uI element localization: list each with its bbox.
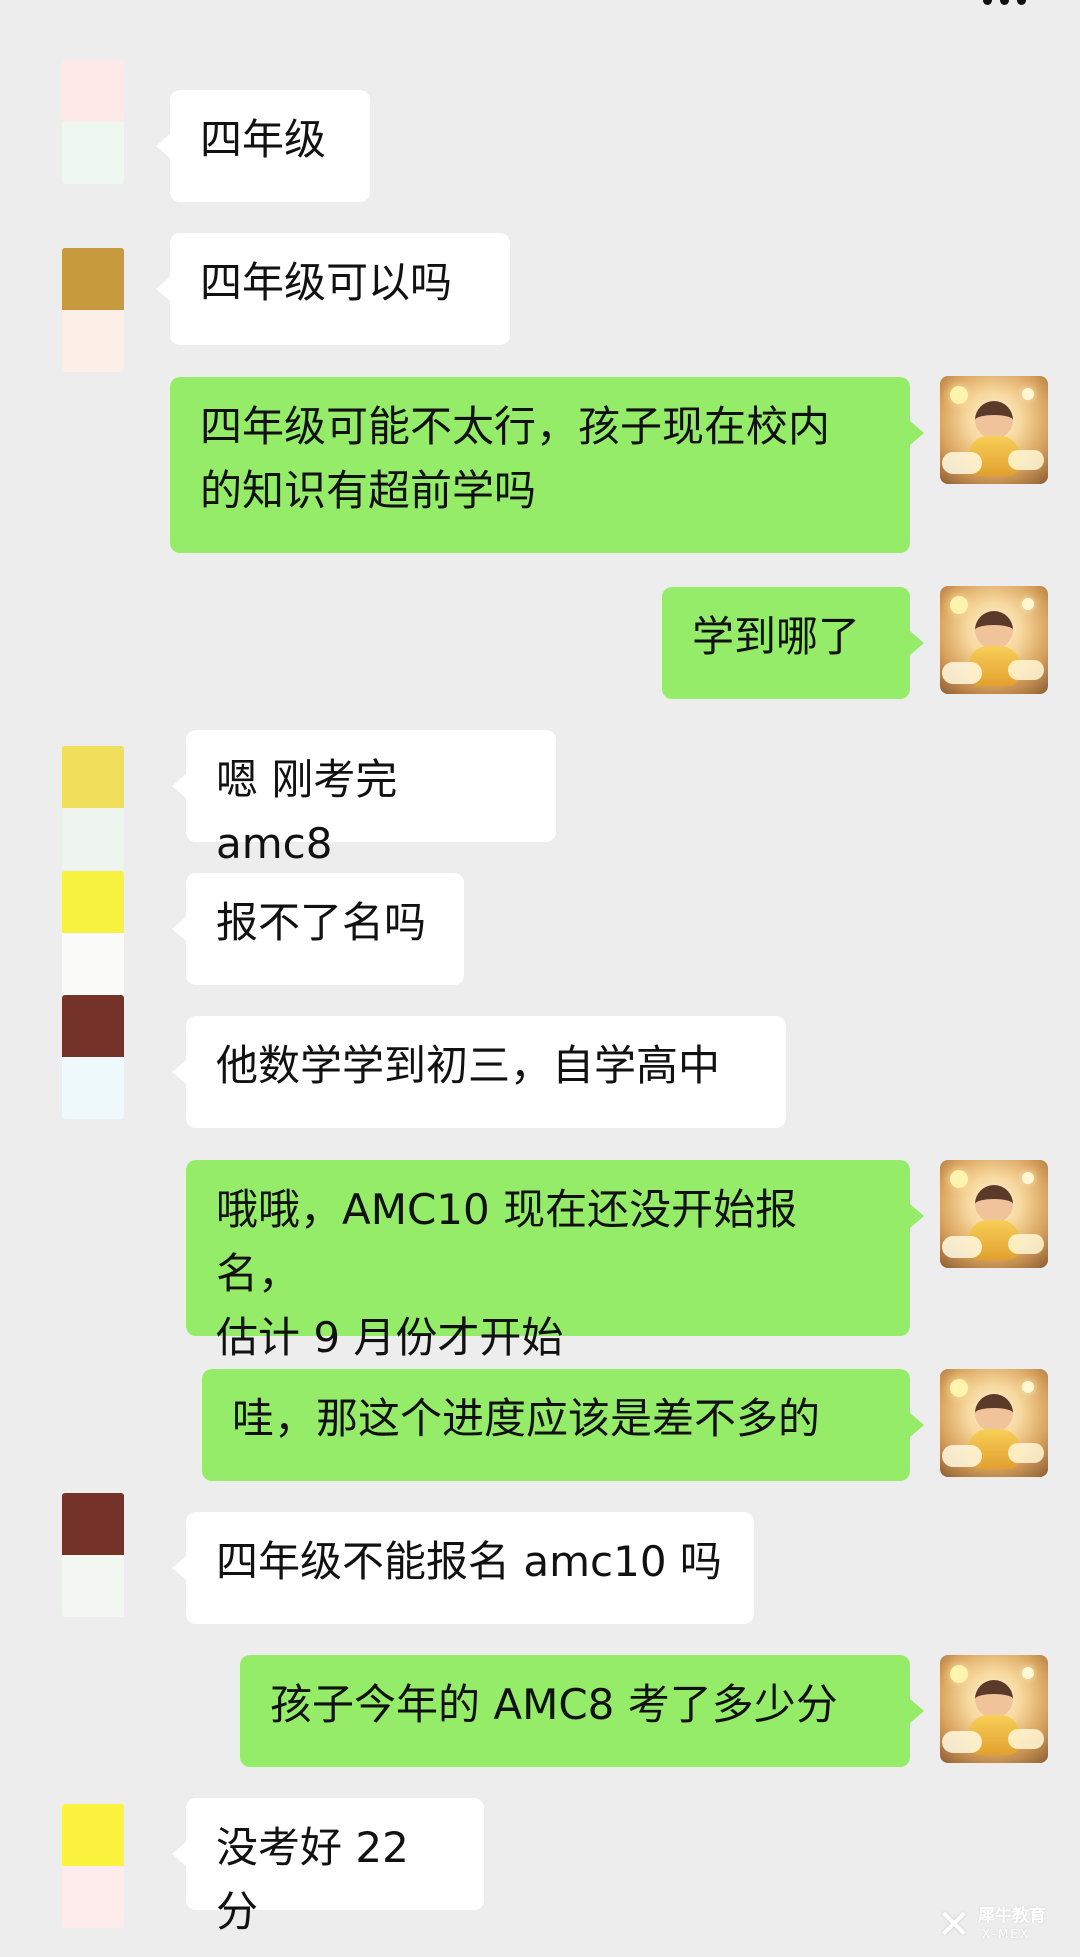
avatar-bottom-block bbox=[62, 1555, 124, 1617]
avatar-top-block bbox=[62, 746, 124, 808]
bubble-tail bbox=[172, 1060, 186, 1084]
bubble-tail bbox=[910, 1699, 924, 1723]
more-icon[interactable] bbox=[974, 0, 1034, 10]
avatar-bottom-block bbox=[62, 1866, 124, 1928]
avatar-light-icon bbox=[950, 1665, 968, 1683]
avatar-girl-head-icon bbox=[975, 1394, 1013, 1432]
my-avatar[interactable] bbox=[940, 1655, 1048, 1763]
contact-avatar[interactable] bbox=[62, 995, 124, 1119]
contact-avatar[interactable] bbox=[62, 1493, 124, 1617]
contact-avatar[interactable] bbox=[62, 60, 124, 184]
avatar-girl-head-icon bbox=[975, 1185, 1013, 1223]
my-avatar[interactable] bbox=[940, 1160, 1048, 1268]
message-bubble[interactable]: 孩子今年的 AMC8 考了多少分 bbox=[240, 1655, 910, 1767]
avatar-bottom-block bbox=[62, 933, 124, 995]
avatar-light-icon bbox=[950, 386, 968, 404]
avatar-light-icon bbox=[950, 1379, 968, 1397]
my-avatar[interactable] bbox=[940, 586, 1048, 694]
avatar-top-block bbox=[62, 995, 124, 1057]
message-bubble[interactable]: 哇，那这个进度应该是差不多的 bbox=[202, 1369, 910, 1481]
bubble-tail bbox=[910, 1413, 924, 1437]
avatar-bottom-block bbox=[62, 1057, 124, 1119]
avatar-cloud-icon bbox=[942, 1236, 982, 1258]
avatar-cloud-icon bbox=[1008, 1729, 1044, 1749]
more-dot-1 bbox=[982, 0, 992, 5]
bubble-tail bbox=[172, 1842, 186, 1866]
avatar-light-icon bbox=[1022, 598, 1034, 610]
bubble-tail bbox=[156, 134, 170, 158]
avatar-light-icon bbox=[1022, 1172, 1034, 1184]
bubble-tail bbox=[910, 1204, 924, 1228]
avatar-top-block bbox=[62, 1804, 124, 1866]
watermark-brand: 犀牛教育 bbox=[978, 1906, 1046, 1926]
bubble-tail bbox=[156, 277, 170, 301]
message-bubble[interactable]: 他数学学到初三，自学高中 bbox=[186, 1016, 786, 1128]
more-dot-3 bbox=[1016, 0, 1026, 5]
contact-avatar[interactable] bbox=[62, 248, 124, 372]
my-avatar[interactable] bbox=[940, 1369, 1048, 1477]
message-bubble[interactable]: 四年级可以吗 bbox=[170, 233, 510, 345]
avatar-bottom-block bbox=[62, 122, 124, 184]
bubble-tail bbox=[910, 421, 924, 445]
avatar-top-block bbox=[62, 60, 124, 122]
message-bubble[interactable]: 报不了名吗 bbox=[186, 873, 464, 985]
bubble-tail bbox=[172, 774, 186, 798]
avatar-light-icon bbox=[950, 1170, 968, 1188]
bubble-tail bbox=[172, 917, 186, 941]
avatar-cloud-icon bbox=[1008, 660, 1044, 680]
bubble-tail bbox=[910, 631, 924, 655]
bubble-tail bbox=[172, 1556, 186, 1580]
message-bubble[interactable]: 四年级 bbox=[170, 90, 370, 202]
avatar-cloud-icon bbox=[942, 1445, 982, 1467]
message-bubble[interactable]: 四年级不能报名 amc10 吗 bbox=[186, 1512, 754, 1624]
message-bubble[interactable]: 哦哦，AMC10 现在还没开始报名， 估计 9 月份才开始 bbox=[186, 1160, 910, 1362]
more-dot-2 bbox=[999, 0, 1009, 5]
avatar-bottom-block bbox=[62, 808, 124, 870]
avatar-girl-head-icon bbox=[975, 611, 1013, 649]
avatar-cloud-icon bbox=[1008, 450, 1044, 470]
watermark-brand-en: X-MEX bbox=[982, 1927, 1031, 1941]
message-bubble[interactable]: 学到哪了 bbox=[662, 587, 910, 699]
avatar-top-block bbox=[62, 871, 124, 933]
contact-avatar[interactable] bbox=[62, 1804, 124, 1928]
avatar-light-icon bbox=[950, 596, 968, 614]
avatar-cloud-icon bbox=[1008, 1234, 1044, 1254]
avatar-top-block bbox=[62, 248, 124, 310]
contact-avatar[interactable] bbox=[62, 746, 124, 870]
avatar-cloud-icon bbox=[942, 452, 982, 474]
avatar-cloud-icon bbox=[942, 662, 982, 684]
avatar-light-icon bbox=[1022, 1381, 1034, 1393]
avatar-light-icon bbox=[1022, 1667, 1034, 1679]
avatar-top-block bbox=[62, 1493, 124, 1555]
contact-avatar[interactable] bbox=[62, 871, 124, 995]
avatar-cloud-icon bbox=[942, 1731, 982, 1753]
brand-watermark: ✕ 犀牛教育 X-MEX bbox=[930, 1899, 1062, 1951]
avatar-girl-head-icon bbox=[975, 1680, 1013, 1718]
message-bubble[interactable]: 没考好 22 分 bbox=[186, 1798, 484, 1936]
avatar-bottom-block bbox=[62, 310, 124, 372]
avatar-cloud-icon bbox=[1008, 1443, 1044, 1463]
message-bubble[interactable]: 嗯 刚考完 amc8 bbox=[186, 730, 556, 868]
my-avatar[interactable] bbox=[940, 376, 1048, 484]
avatar-light-icon bbox=[1022, 388, 1034, 400]
chat-page: 四年级四年级可以吗四年级可能不太行，孩子现在校内 的知识有超前学吗学到哪了嗯 刚… bbox=[0, 0, 1080, 1957]
message-bubble[interactable]: 四年级可能不太行，孩子现在校内 的知识有超前学吗 bbox=[170, 377, 910, 553]
avatar-girl-head-icon bbox=[975, 401, 1013, 439]
rhino-logo-icon: ✕ bbox=[937, 1902, 971, 1948]
